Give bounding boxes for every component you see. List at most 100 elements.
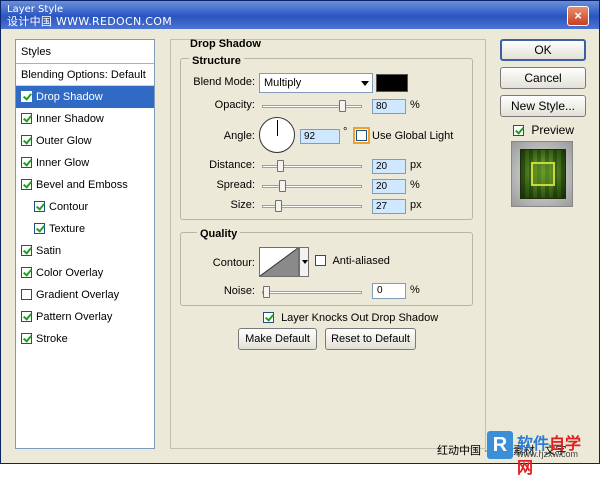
watermark-text: 设计中国 WWW.REDOCN.COM (7, 15, 173, 28)
distance-label: Distance: (209, 159, 255, 171)
checkbox-icon[interactable] (34, 223, 45, 234)
opacity-input[interactable]: 80 (372, 99, 406, 114)
size-slider-thumb[interactable] (275, 200, 282, 212)
checkbox-icon[interactable] (21, 311, 32, 322)
style-item-pattern-overlay[interactable]: Pattern Overlay (16, 306, 154, 328)
style-item-label: Drop Shadow (36, 91, 103, 103)
drop-shadow-panel: Drop Shadow Structure Blend Mode: Multip… (170, 38, 486, 449)
checkbox-icon[interactable] (21, 135, 32, 146)
styles-header[interactable]: Styles (16, 40, 154, 64)
preview-gem-facet (531, 162, 555, 186)
quality-group: Quality Contour: Anti-aliased Noise: 0 % (180, 228, 473, 306)
shadow-color-swatch[interactable] (376, 74, 408, 92)
preview-gem-image (520, 149, 566, 199)
checkbox-icon (263, 312, 274, 323)
cancel-button[interactable]: Cancel (500, 67, 586, 89)
chevron-down-icon (361, 81, 369, 86)
style-item-label: Inner Glow (36, 157, 90, 169)
angle-input[interactable]: 92 (300, 129, 340, 144)
angle-dial[interactable] (259, 117, 295, 153)
layer-knocks-out-checkbox[interactable]: Layer Knocks Out Drop Shadow (263, 312, 438, 324)
structure-group: Structure Blend Mode: Multiply Opacity: … (180, 55, 473, 220)
style-item-stroke[interactable]: Stroke (16, 328, 154, 350)
style-item-label: Inner Shadow (36, 113, 104, 125)
noise-slider-thumb[interactable] (263, 286, 270, 298)
use-global-light-checkbox[interactable] (353, 127, 370, 144)
contour-dropdown-button[interactable] (299, 247, 309, 277)
style-item-blending-options-default[interactable]: Blending Options: Default (16, 64, 154, 86)
distance-slider[interactable] (262, 160, 362, 172)
checkbox-icon[interactable] (34, 201, 45, 212)
noise-input[interactable]: 0 (372, 283, 406, 299)
checkbox-icon[interactable] (21, 157, 32, 168)
angle-dial-indicator (277, 120, 278, 136)
style-item-label: Blending Options: Default (21, 69, 146, 81)
style-item-label: Bevel and Emboss (36, 179, 128, 191)
contour-curve-icon (259, 247, 299, 277)
noise-label: Noise: (223, 285, 255, 297)
style-item-satin[interactable]: Satin (16, 240, 154, 262)
style-item-contour[interactable]: Contour (16, 196, 154, 218)
noise-slider[interactable] (262, 286, 362, 298)
style-item-color-overlay[interactable]: Color Overlay (16, 262, 154, 284)
new-style-button[interactable]: New Style... (500, 95, 586, 117)
opacity-unit: % (410, 99, 420, 111)
size-input[interactable]: 27 (372, 199, 406, 214)
spread-label: Spread: (216, 179, 255, 191)
style-item-label: Pattern Overlay (36, 311, 113, 323)
angle-label: Angle: (223, 130, 255, 142)
close-button[interactable]: × (567, 6, 589, 26)
style-item-gradient-overlay[interactable]: Gradient Overlay (16, 284, 154, 306)
distance-slider-thumb[interactable] (277, 160, 284, 172)
noise-unit: % (410, 284, 420, 296)
checkbox-icon (315, 255, 326, 266)
style-item-label: Color Overlay (36, 267, 104, 279)
checkbox-icon[interactable] (21, 179, 32, 190)
style-item-label: Gradient Overlay (36, 289, 120, 301)
checkbox-icon[interactable] (21, 267, 32, 278)
blend-mode-label: Blend Mode: (193, 76, 255, 88)
opacity-slider-thumb[interactable] (339, 100, 346, 112)
opacity-slider[interactable] (262, 100, 362, 112)
contour-picker[interactable] (259, 247, 299, 277)
spread-unit: % (410, 179, 420, 191)
checkbox-icon[interactable] (21, 289, 32, 300)
ok-button[interactable]: OK (500, 39, 586, 61)
checkbox-icon[interactable] (21, 91, 32, 102)
opacity-label: Opacity: (214, 99, 255, 111)
style-item-drop-shadow[interactable]: Drop Shadow (16, 86, 154, 108)
distance-unit: px (410, 159, 422, 171)
style-preview-thumbnail (511, 141, 573, 207)
checkbox-icon[interactable] (21, 333, 32, 344)
style-item-texture[interactable]: Texture (16, 218, 154, 240)
contour-label: Contour: (212, 257, 255, 269)
distance-input[interactable]: 20 (372, 159, 406, 174)
preview-label: Preview (531, 123, 575, 137)
title-bar[interactable]: Layer Style 设计中国 WWW.REDOCN.COM × (1, 1, 599, 29)
reset-to-default-button[interactable]: Reset to Default (325, 328, 416, 350)
brand-logo: R 软件自学网 www.rjzxw.com (487, 431, 597, 477)
style-item-inner-glow[interactable]: Inner Glow (16, 152, 154, 174)
style-item-bevel-and-emboss[interactable]: Bevel and Emboss (16, 174, 154, 196)
checkbox-icon[interactable] (21, 113, 32, 124)
style-item-outer-glow[interactable]: Outer Glow (16, 130, 154, 152)
brand-url: www.rjzxw.com (517, 449, 579, 459)
checkbox-icon (513, 125, 524, 136)
make-default-button[interactable]: Make Default (238, 328, 317, 350)
anti-aliased-checkbox[interactable]: Anti-aliased (315, 255, 390, 267)
structure-title: Structure (189, 55, 244, 67)
checkbox-icon[interactable] (21, 245, 32, 256)
quality-title: Quality (197, 228, 241, 240)
spread-slider[interactable] (262, 180, 362, 192)
size-slider[interactable] (262, 200, 362, 212)
spread-input[interactable]: 20 (372, 179, 406, 194)
blend-mode-value: Multiply (264, 77, 302, 89)
styles-list: Styles Blending Options: Default Drop Sha… (15, 39, 155, 449)
blend-mode-select[interactable]: Multiply (259, 73, 373, 93)
style-item-inner-shadow[interactable]: Inner Shadow (16, 108, 154, 130)
preview-checkbox[interactable]: Preview (513, 123, 574, 137)
layer-knocks-out-label: Layer Knocks Out Drop Shadow (281, 312, 439, 324)
style-item-label: Contour (49, 201, 89, 213)
style-item-label: Satin (36, 245, 62, 257)
spread-slider-thumb[interactable] (279, 180, 286, 192)
